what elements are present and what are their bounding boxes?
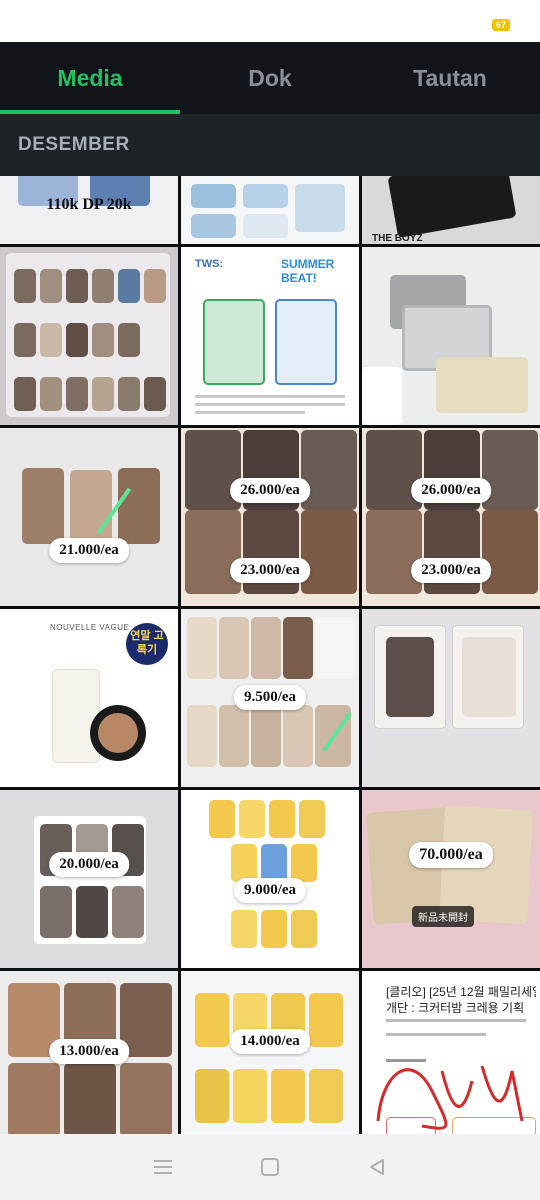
price-tag: 23.000/ea	[411, 558, 491, 583]
tab-bar: Media Dok Tautan	[0, 42, 540, 114]
media-item[interactable]: 26.000/ea 23.000/ea	[181, 428, 359, 606]
media-item[interactable]: 110k DP 20k	[0, 176, 178, 244]
media-item[interactable]: 26.000/ea 23.000/ea	[362, 428, 540, 606]
media-item[interactable]: 20.000/ea	[0, 790, 178, 968]
media-item[interactable]: NOUVELLE VAGUE 연말 고록기	[0, 609, 178, 787]
media-item[interactable]: TWS: SUMMER BEAT!	[181, 247, 359, 425]
price-tag: 23.000/ea	[230, 558, 310, 583]
tab-dok[interactable]: Dok	[180, 42, 360, 114]
tab-media[interactable]: Media	[0, 42, 180, 114]
price-tag: 70.000/ea	[409, 842, 493, 868]
price-tag: 9.000/ea	[233, 878, 307, 903]
status-bar: 67	[0, 0, 540, 42]
price-tag: 13.000/ea	[49, 1039, 129, 1064]
price-tag: 9.500/ea	[233, 685, 307, 710]
back-icon[interactable]	[357, 1147, 397, 1187]
album-title: TWS:	[195, 258, 224, 270]
media-caption: [클리오] [25년 12월 패밀리세일]	[386, 985, 536, 999]
price-tag: 14.000/ea	[230, 1029, 310, 1054]
media-item[interactable]: THE BOYZ	[362, 176, 540, 244]
navigation-bar	[0, 1134, 540, 1200]
section-header: DESEMBER	[0, 114, 540, 176]
home-icon[interactable]	[250, 1147, 290, 1187]
media-item[interactable]: 70.000/ea 新品未開封	[362, 790, 540, 968]
price-tag: 21.000/ea	[49, 538, 129, 563]
brand-name: NOUVELLE VAGUE	[50, 623, 130, 632]
media-item[interactable]	[181, 176, 359, 244]
menu-icon[interactable]	[143, 1147, 183, 1187]
media-item[interactable]: 14.000/ea	[181, 971, 359, 1134]
price-tag: 110k DP 20k	[46, 196, 132, 213]
price-tag: 26.000/ea	[230, 478, 310, 503]
price-tag: 20.000/ea	[49, 852, 129, 877]
price-tag: 26.000/ea	[411, 478, 491, 503]
handwriting-scribble	[376, 1065, 524, 1130]
media-item[interactable]	[0, 247, 178, 425]
media-item[interactable]	[362, 247, 540, 425]
condition-label: 新品未開封	[412, 906, 474, 927]
media-item[interactable]	[362, 609, 540, 787]
status-badge: 67	[492, 19, 510, 31]
media-item[interactable]: 9.000/ea	[181, 790, 359, 968]
media-item[interactable]: 13.000/ea	[0, 971, 178, 1134]
album-subtitle: SUMMER BEAT!	[281, 257, 335, 285]
media-item[interactable]: 21.000/ea	[0, 428, 178, 606]
media-item[interactable]: [클리오] [25년 12월 패밀리세일] 개단 : 크커터밤 크레용 기획	[362, 971, 540, 1134]
media-caption: THE BOYZ	[372, 233, 423, 244]
promo-badge: 연말 고록기	[126, 623, 168, 665]
tab-tautan[interactable]: Tautan	[360, 42, 540, 114]
media-grid: 110k DP 20k THE BOYZ TWS: SUMMER BEAT! 2…	[0, 176, 540, 1134]
media-item[interactable]: 9.500/ea	[181, 609, 359, 787]
